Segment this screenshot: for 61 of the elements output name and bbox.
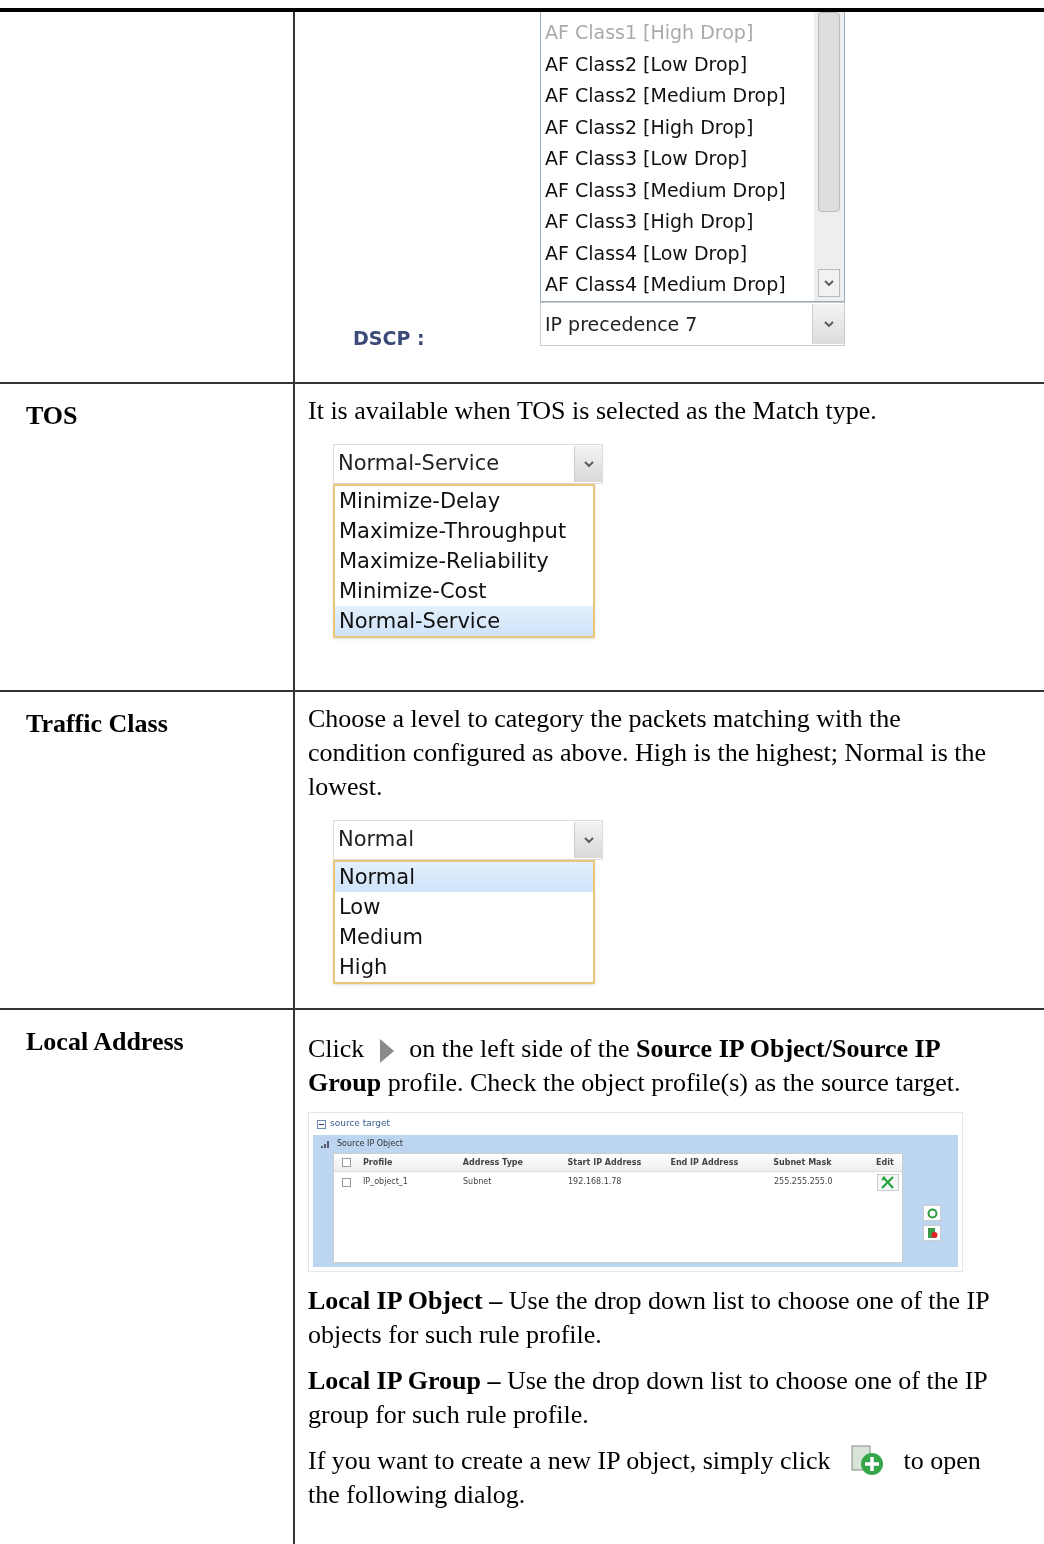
table-cell: 192.168.1.78: [568, 1177, 622, 1186]
dropdown-option[interactable]: Minimize-Cost: [335, 576, 593, 606]
select-field[interactable]: IP precedence 7: [540, 302, 845, 346]
section-title: Source IP Object: [337, 1138, 403, 1150]
description-text: Choose a level to category the packets matching with the condition configured as above. High is the highest; Normal is the lowest.: [308, 703, 988, 803]
chevron-down-icon: [823, 320, 834, 328]
row-label: TOS: [26, 401, 78, 430]
row-label: Traffic Class: [26, 709, 168, 738]
tools-icon: [881, 1175, 895, 1189]
column-header: Subnet Mask: [773, 1156, 833, 1169]
chevron-down-icon: [583, 460, 594, 468]
column-header: Edit: [876, 1156, 895, 1169]
column-header: Profile: [363, 1156, 394, 1169]
table-cell: IP_object_1: [363, 1177, 408, 1186]
select-field[interactable]: Normal: [333, 820, 603, 860]
list-option[interactable]: AF Class4 [Low Drop]: [545, 237, 814, 269]
add-button[interactable]: [923, 1205, 941, 1221]
panel-title: source target: [330, 1117, 391, 1131]
column-header: End IP Address: [670, 1156, 740, 1169]
header-checkbox[interactable]: [342, 1158, 351, 1167]
description-text: It is available when TOS is selected as the Match type.: [308, 395, 878, 427]
scrollbar[interactable]: [814, 12, 844, 301]
list-option[interactable]: AF Class2 [High Drop]: [545, 111, 814, 143]
dropdown-option[interactable]: Minimize-Delay: [335, 486, 593, 516]
dropdown-option[interactable]: Normal: [335, 862, 593, 892]
instruction-text: If you want to create a new IP object, simply click to open the following dialog.: [308, 1444, 982, 1511]
dropdown-option[interactable]: Normal-Service: [335, 606, 593, 636]
column-header: Start IP Address: [567, 1156, 643, 1169]
table-cell: 255.255.255.0: [774, 1177, 833, 1186]
chevron-down-icon: [824, 279, 834, 287]
table-cell: Subnet: [463, 1177, 492, 1186]
dropdown-option[interactable]: High: [335, 952, 593, 982]
dropdown-button[interactable]: [574, 446, 602, 482]
dropdown-option[interactable]: Medium: [335, 922, 593, 952]
list-option[interactable]: AF Class3 [Low Drop]: [545, 143, 814, 175]
list-option[interactable]: AF Class3 [Medium Drop]: [545, 174, 814, 206]
edit-button[interactable]: [877, 1173, 899, 1191]
dropdown-option[interactable]: Maximize-Reliability: [335, 546, 593, 576]
collapse-icon[interactable]: [317, 1119, 326, 1129]
list-option[interactable]: AF Class4 [Medium Drop]: [545, 269, 814, 301]
triangle-right-icon: [378, 1038, 395, 1065]
dropdown-option[interactable]: Low: [335, 892, 593, 922]
field-label: DSCP :: [353, 325, 426, 351]
clipboard-delete-icon: [926, 1227, 938, 1239]
instruction-text: Click on the left side of the Source IP Object/Source IP Group profile. Check the object profile(s) as the source target.: [308, 1033, 962, 1099]
list-option[interactable]: AF Class3 [High Drop]: [545, 206, 814, 238]
chevron-down-icon: [583, 836, 594, 844]
row-checkbox[interactable]: [342, 1177, 351, 1187]
dropdown-button[interactable]: [574, 822, 602, 858]
description-text: Local IP Object – Use the drop down list to choose one of the IP objects for such rule profile.: [308, 1285, 990, 1351]
description-text: Local IP Group – Use the drop down list to choose one of the IP group for such rule profile.: [308, 1365, 988, 1431]
delete-button[interactable]: [923, 1225, 941, 1241]
list-option[interactable]: AF Class2 [Medium Drop]: [545, 80, 814, 112]
add-object-icon: [849, 1444, 885, 1478]
select-field[interactable]: Normal-Service: [333, 444, 603, 484]
dropdown-option[interactable]: Maximize-Throughput: [335, 516, 593, 546]
list-option[interactable]: AF Class2 [Low Drop]: [545, 48, 814, 80]
row-label: Local Address: [26, 1027, 184, 1056]
refresh-add-icon: [926, 1207, 938, 1219]
signal-icon: [321, 1140, 329, 1148]
column-header: Address Type: [462, 1156, 524, 1169]
